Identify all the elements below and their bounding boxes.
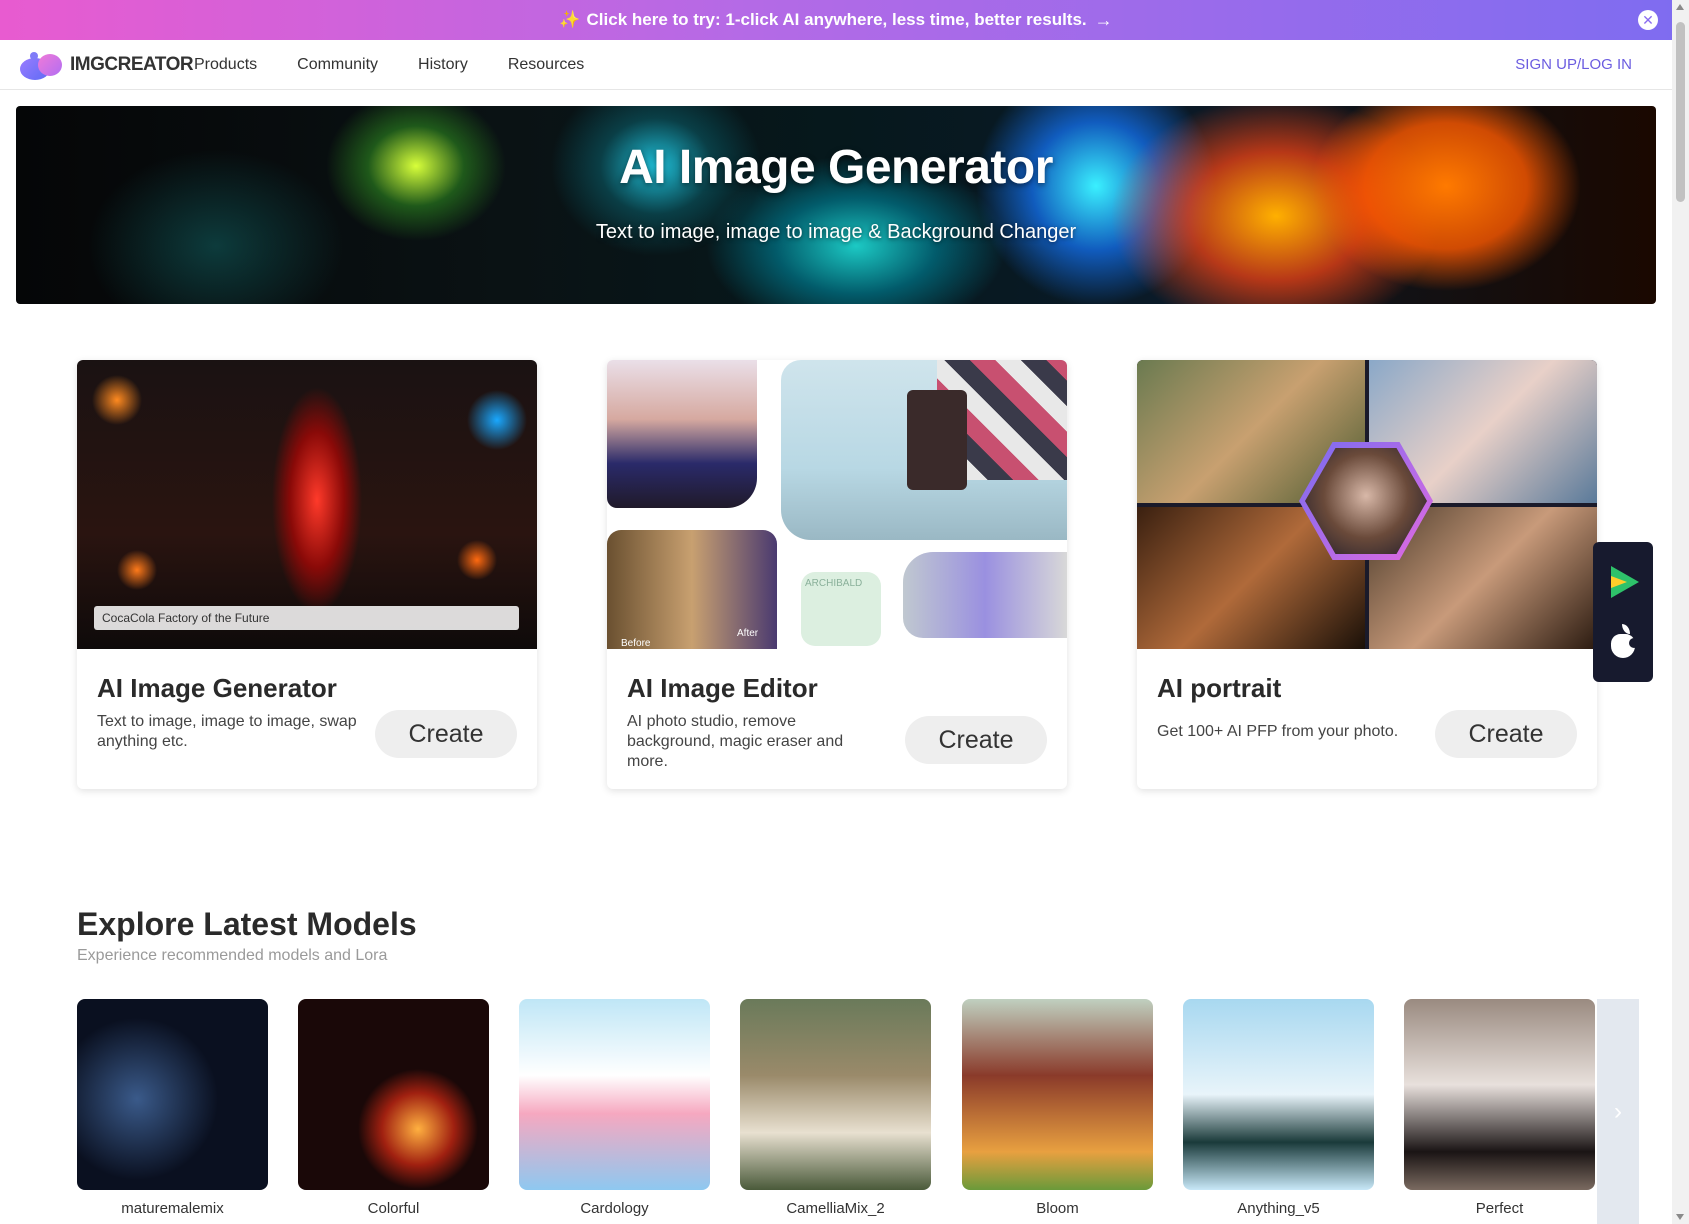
card-description: Get 100+ AI PFP from your photo. — [1157, 723, 1399, 740]
nav-item-resources[interactable]: Resources — [508, 56, 584, 74]
model-name: CamelliaMix_2 — [786, 1200, 885, 1217]
model-image — [298, 999, 489, 1190]
model-name: Anything_v5 — [1237, 1200, 1320, 1217]
card-image — [1137, 360, 1597, 649]
model-name: maturemalemix — [121, 1200, 224, 1217]
chevron-right-icon: › — [1614, 1097, 1622, 1125]
close-icon[interactable]: ✕ — [1638, 10, 1658, 30]
hero-title: AI Image Generator — [619, 141, 1053, 194]
model-card[interactable]: Perfect — [1404, 999, 1595, 1217]
model-image — [1183, 999, 1374, 1190]
card-description: AI photo studio, remove background, magi… — [627, 713, 844, 770]
model-card[interactable]: Anything_v5 — [1183, 999, 1374, 1217]
nav-item-community[interactable]: Community — [297, 56, 378, 74]
model-image — [740, 999, 931, 1190]
card-title: AI Image Editor — [627, 673, 818, 703]
model-card[interactable]: Cardology — [519, 999, 710, 1217]
top-nav: IMGCREATOR Products Community History Re… — [0, 40, 1672, 90]
model-image — [519, 999, 710, 1190]
logo-icon — [20, 50, 64, 80]
model-card[interactable]: Colorful — [298, 999, 489, 1217]
scroll-up-icon[interactable] — [1676, 4, 1684, 10]
google-play-icon[interactable] — [1611, 566, 1639, 598]
promo-banner[interactable]: ✨ Click here to try: 1-click AI anywhere… — [0, 0, 1672, 40]
model-card[interactable]: CamelliaMix_2 — [740, 999, 931, 1217]
hero-banner: AI Image Generator Text to image, image … — [16, 106, 1656, 304]
card-ai-image-editor[interactable]: Before After ARCHIBALD AI Image Editor A… — [607, 360, 1067, 789]
model-image — [962, 999, 1153, 1190]
explore-title: Explore Latest Models — [77, 906, 417, 942]
model-name: Cardology — [580, 1200, 649, 1217]
hero-subtitle: Text to image, image to image & Backgrou… — [595, 221, 1077, 243]
nav-item-products[interactable]: Products — [194, 56, 257, 74]
scroll-down-icon[interactable] — [1676, 1214, 1684, 1220]
model-image — [1404, 999, 1595, 1190]
model-name: Colorful — [367, 1200, 420, 1217]
model-card[interactable]: maturemalemix — [77, 999, 268, 1217]
model-card[interactable]: Bloom — [962, 999, 1153, 1217]
before-tag: Before — [621, 638, 651, 649]
card-title: AI portrait — [1157, 673, 1282, 703]
card-title: AI Image Generator — [97, 673, 337, 703]
brand-tag: ARCHIBALD — [805, 578, 863, 589]
card-ai-image-generator[interactable]: CocaCola Factory of the Future AI Image … — [77, 360, 537, 789]
image-caption: CocaCola Factory of the Future — [94, 606, 519, 630]
card-image: Before After ARCHIBALD — [607, 360, 1067, 649]
card-image: CocaCola Factory of the Future — [77, 360, 537, 649]
carousel-next-button[interactable]: › — [1597, 999, 1639, 1224]
sign-up-login-link[interactable]: SIGN UP/LOG IN — [1515, 56, 1632, 73]
nav-item-history[interactable]: History — [418, 56, 468, 74]
create-button[interactable]: Create — [1435, 710, 1577, 758]
explore-subtitle: Experience recommended models and Lora — [77, 947, 388, 964]
arrow-right-icon: → — [1094, 9, 1113, 30]
card-ai-portrait[interactable]: AI portrait Get 100+ AI PFP from your ph… — [1137, 360, 1597, 789]
logo-text: IMGCREATOR — [70, 53, 194, 75]
promo-text[interactable]: Click here to try: 1-click AI anywhere, … — [587, 10, 1087, 30]
scrollbar-thumb[interactable] — [1676, 22, 1685, 202]
create-button[interactable]: Create — [905, 716, 1047, 764]
after-tag: After — [737, 628, 759, 639]
app-store-badges — [1593, 542, 1653, 682]
sparkle-icon: ✨ — [559, 10, 581, 29]
model-image — [77, 999, 268, 1190]
model-name: Bloom — [1036, 1200, 1079, 1217]
page-scrollbar[interactable] — [1672, 0, 1689, 1224]
card-description: Text to image, image to image, swap anyt… — [97, 713, 357, 750]
model-name: Perfect — [1475, 1200, 1524, 1217]
create-button[interactable]: Create — [375, 710, 517, 758]
logo[interactable]: IMGCREATOR — [20, 50, 194, 80]
